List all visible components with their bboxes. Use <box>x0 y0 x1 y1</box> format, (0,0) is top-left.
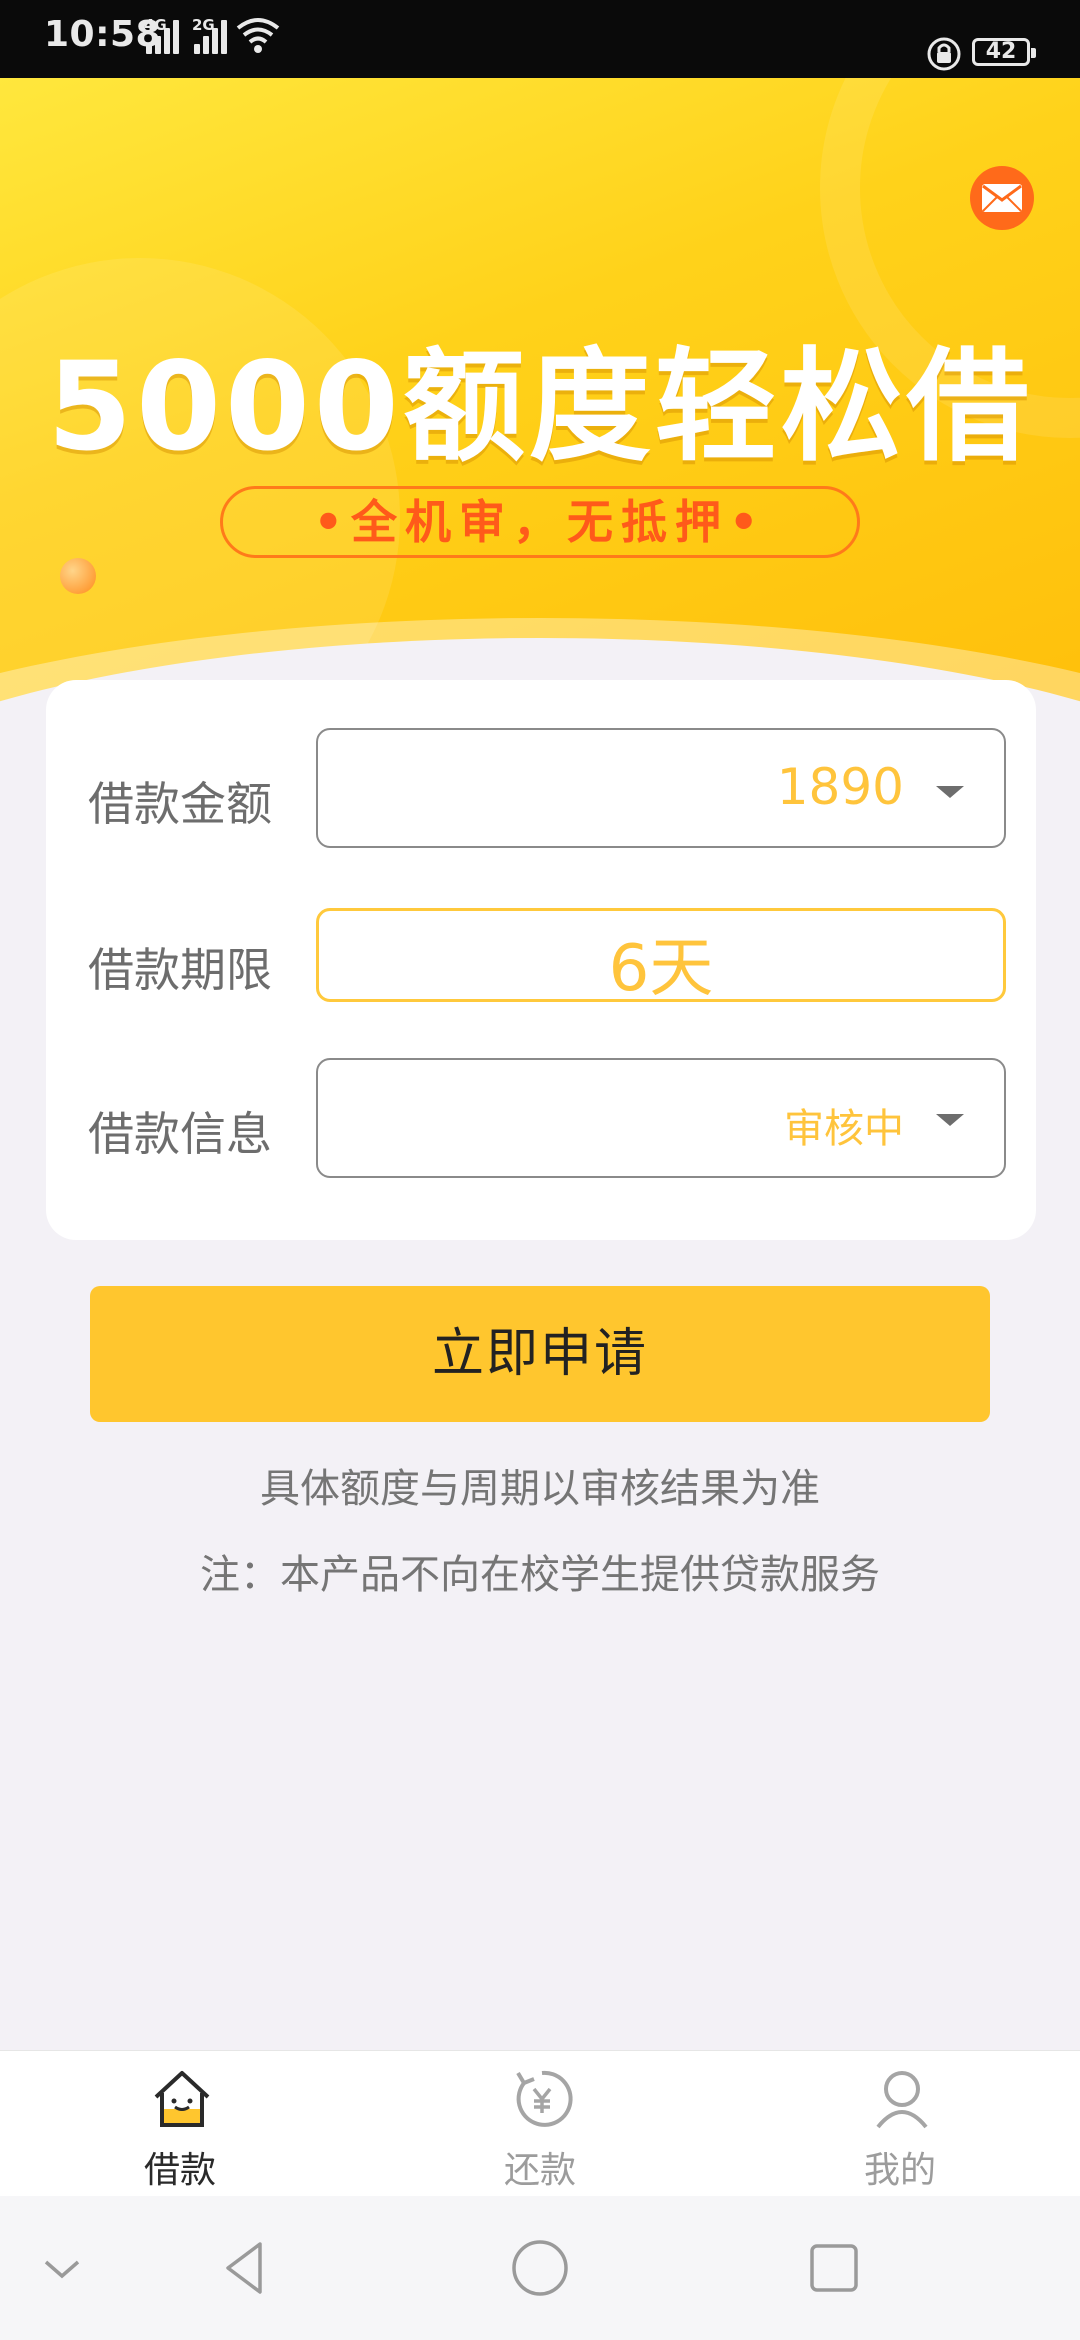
repay-icon <box>516 2070 573 2127</box>
term-field[interactable]: 6天 <box>316 908 1006 1006</box>
amount-select[interactable]: 1890 <box>316 728 1006 848</box>
wifi-icon <box>236 18 280 53</box>
loan-form-card: 借款金额 1890 借款期限 6天 借款信息 审核中 <box>46 680 1036 1240</box>
network-type-sim1: 4G <box>144 16 167 34</box>
signal-icon-sim2: 2G <box>192 16 227 54</box>
chevron-down-icon <box>936 786 964 798</box>
system-navigation-bar <box>0 2196 1080 2340</box>
user-icon <box>876 2071 928 2129</box>
home-icon <box>154 2071 210 2127</box>
banner-headline: 5000额度轻松借 <box>47 336 1033 478</box>
limit-note: 具体额度与周期以审核结果为准 <box>260 1466 820 1512</box>
screen: 10:58 4G 2G 42 5000额度轻松借 •全机审，无抵押• 借款金额 … <box>0 0 1080 2340</box>
tab-mine-label: 我的 <box>863 2150 936 2191</box>
banner-tagline: •全机审，无抵押• <box>220 486 860 558</box>
battery-level: 42 <box>985 39 1017 64</box>
home-nav-icon[interactable] <box>508 2236 572 2300</box>
signal-icon-sim1: 4G <box>144 16 179 54</box>
tab-mine[interactable]: 我的 <box>720 2051 1080 2197</box>
amount-value: 1890 <box>776 758 904 816</box>
amount-label: 借款金额 <box>88 777 272 831</box>
info-label: 借款信息 <box>88 1107 272 1161</box>
status-bar: 10:58 4G 2G 42 <box>0 0 1080 78</box>
info-select[interactable]: 审核中 <box>316 1058 1006 1178</box>
tab-borrow-label: 借款 <box>143 2150 216 2191</box>
term-value: 6天 <box>608 932 714 1006</box>
recent-apps-icon[interactable] <box>802 2236 866 2300</box>
back-icon[interactable] <box>214 2236 278 2300</box>
apply-button[interactable]: 立即申请 <box>90 1286 990 1422</box>
collapse-icon[interactable] <box>30 2236 94 2300</box>
rotation-lock-icon <box>927 37 961 71</box>
tab-repay-label: 还款 <box>503 2150 576 2191</box>
promo-banner: 5000额度轻松借 •全机审，无抵押• <box>0 78 1080 758</box>
bottom-tab-bar: 借款 还款 我的 <box>0 2050 1080 2197</box>
info-value: 审核中 <box>784 1106 904 1152</box>
network-type-sim2: 2G <box>192 16 215 34</box>
mail-icon <box>982 184 1022 212</box>
decorative-orb <box>60 558 96 594</box>
tab-borrow[interactable]: 借款 <box>0 2051 360 2197</box>
tab-repay[interactable]: 还款 <box>360 2051 720 2197</box>
student-note: 注：本产品不向在校学生提供贷款服务 <box>200 1552 880 1598</box>
term-label: 借款期限 <box>88 943 272 997</box>
message-button[interactable] <box>970 166 1034 230</box>
battery-icon: 42 <box>972 38 1036 66</box>
chevron-down-icon <box>936 1114 964 1126</box>
